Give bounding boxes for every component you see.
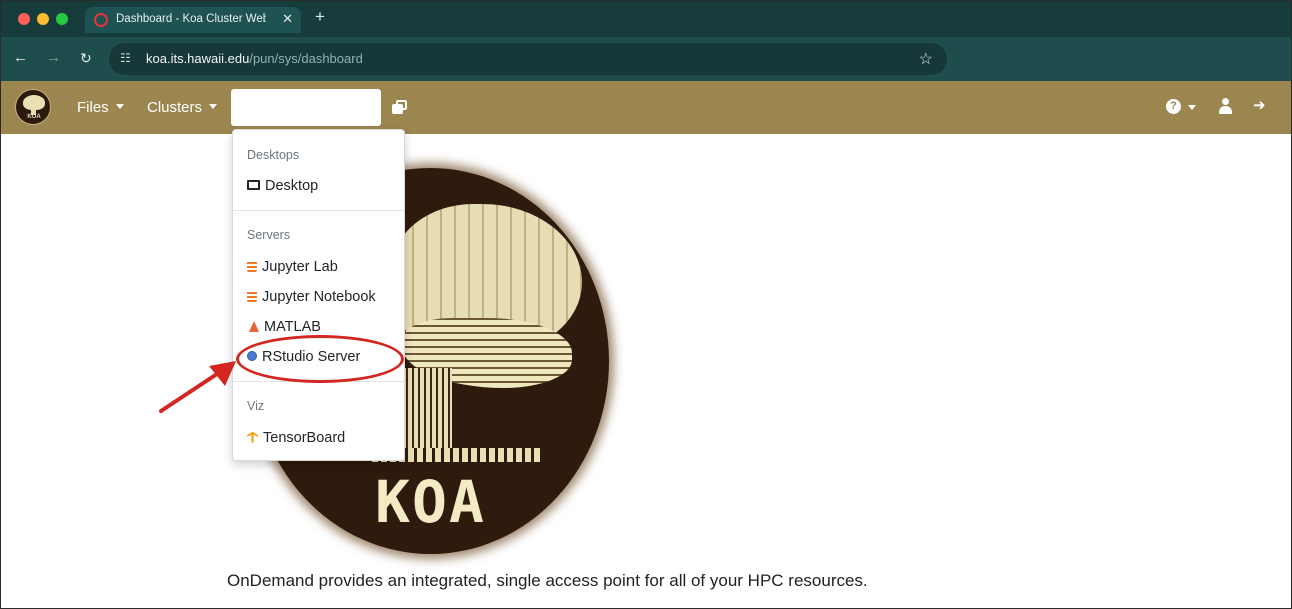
favicon-icon xyxy=(94,13,108,27)
user-icon[interactable] xyxy=(1218,98,1233,115)
koa-brand-logo[interactable]: KOA xyxy=(15,89,51,125)
matlab-icon xyxy=(249,320,259,332)
tensorboard-icon xyxy=(247,431,258,443)
menu-item-label: Jupyter Lab xyxy=(262,259,338,275)
logout-icon[interactable]: ➜ xyxy=(1253,96,1266,114)
annotation-arrow-icon xyxy=(159,361,236,413)
address-bar[interactable]: ☷ koa.its.hawaii.edu/pun/sys/dashboard ☆ xyxy=(109,43,947,75)
menu-item-label: MATLAB xyxy=(264,319,321,335)
close-tab-icon[interactable]: ✕ xyxy=(282,11,293,27)
jupyter-icon xyxy=(247,260,257,273)
new-tab-button[interactable]: + xyxy=(315,7,325,27)
close-window-button[interactable] xyxy=(18,13,30,25)
logo-wordmark: KOA xyxy=(27,114,41,120)
menu-item-tensorboard[interactable]: TensorBoard xyxy=(247,430,345,450)
site-settings-icon[interactable]: ☷ xyxy=(120,51,131,65)
chevron-down-icon[interactable] xyxy=(1188,105,1196,110)
menu-item-label: Desktop xyxy=(265,178,319,194)
dropdown-header-desktops: Desktops xyxy=(247,148,300,162)
url-host: koa.its.hawaii.edu xyxy=(146,51,250,66)
menu-item-jupyter-lab[interactable]: Jupyter Lab xyxy=(247,259,338,279)
menu-item-jupyter-notebook[interactable]: Jupyter Notebook xyxy=(247,289,376,309)
chevron-down-icon xyxy=(209,103,218,109)
logo-trunk xyxy=(402,368,452,458)
dashboard-tagline: OnDemand provides an integrated, single … xyxy=(227,571,868,590)
browser-tab-dashboard[interactable]: Dashboard - Koa Cluster Web ✕ xyxy=(85,7,301,33)
annotation-highlight-ellipse xyxy=(236,335,404,383)
jupyter-icon xyxy=(247,290,257,303)
browser-window: Dashboard - Koa Cluster Web ✕ + ← → ↻ ☷ … xyxy=(0,0,1292,609)
bookmark-star-icon[interactable]: ☆ xyxy=(919,49,933,69)
forward-arrow-icon[interactable]: → xyxy=(46,49,61,66)
files-menu[interactable]: Files xyxy=(77,99,124,116)
interactive-apps-dropdown: Desktops Desktop Servers Jupyter Lab Jup… xyxy=(232,129,405,461)
tab-title: Dashboard - Koa Cluster Web xyxy=(116,13,266,25)
url-path: /pun/sys/dashboard xyxy=(249,51,363,66)
browser-toolbar: ← → ↻ ☷ koa.its.hawaii.edu/pun/sys/dashb… xyxy=(1,37,1291,81)
desktop-icon xyxy=(247,180,260,191)
menu-item-desktop[interactable]: Desktop xyxy=(247,178,318,198)
minimize-window-button[interactable] xyxy=(37,13,49,25)
clusters-menu[interactable]: Clusters xyxy=(147,99,218,116)
chevron-down-icon xyxy=(115,103,124,109)
menu-item-label: TensorBoard xyxy=(263,430,346,446)
help-icon[interactable]: ? xyxy=(1166,99,1181,114)
menu-item-label: Jupyter Notebook xyxy=(262,289,376,305)
clusters-menu-label: Clusters xyxy=(147,99,203,116)
back-arrow-icon[interactable]: ← xyxy=(13,49,28,66)
dropdown-divider xyxy=(233,210,404,211)
url-text: koa.its.hawaii.edu/pun/sys/dashboard xyxy=(146,51,363,66)
logo-wordmark-large: KOA xyxy=(375,468,486,536)
apps-icon[interactable] xyxy=(392,100,407,114)
tab-strip: Dashboard - Koa Cluster Web ✕ + xyxy=(1,1,1291,37)
apps-search-input[interactable] xyxy=(231,89,381,126)
app-navbar: KOA Files Clusters ? ➜ xyxy=(1,81,1291,134)
dropdown-header-servers: Servers xyxy=(247,228,291,242)
reload-icon[interactable]: ↻ xyxy=(80,50,92,67)
files-menu-label: Files xyxy=(77,99,109,116)
maximize-window-button[interactable] xyxy=(56,13,68,25)
